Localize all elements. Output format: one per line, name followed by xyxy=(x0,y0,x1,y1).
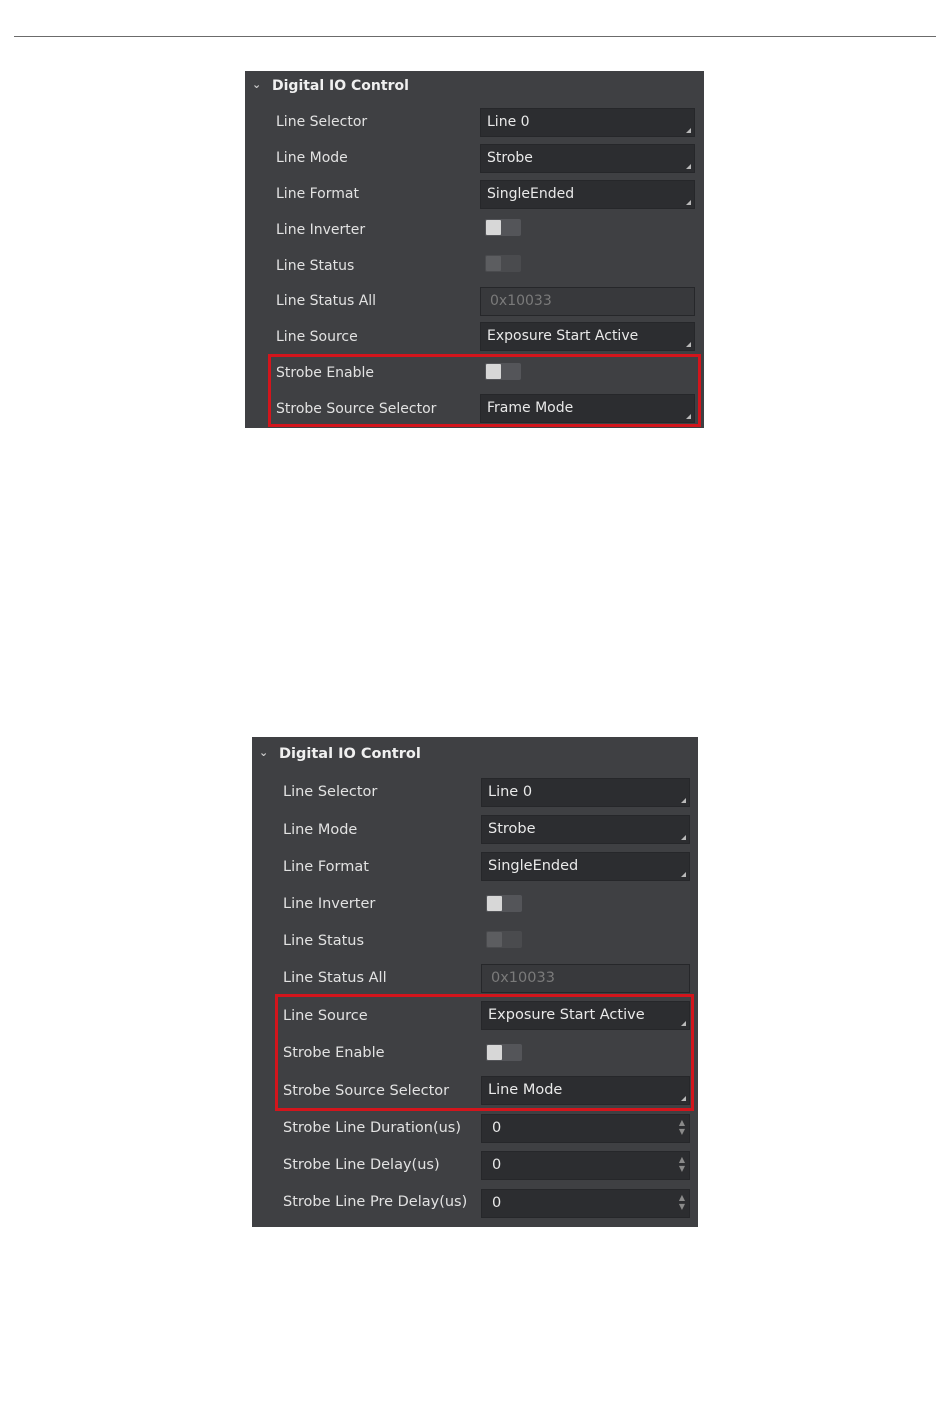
row-label: Line Status All xyxy=(283,970,387,986)
field-value: 0x10033 xyxy=(491,970,555,986)
row-strobe-line-duration: Strobe Line Duration(us) 0 ▲ ▼ xyxy=(252,1114,698,1143)
line-status-toggle xyxy=(485,255,521,272)
row-line-mode: Line Mode Strobe xyxy=(245,144,704,173)
dropdown-value: Exposure Start Active xyxy=(487,328,639,344)
line-selector-dropdown[interactable]: Line 0 xyxy=(481,778,690,807)
dropdown-value: Line 0 xyxy=(487,114,530,130)
digital-io-panel-2: ⌄ Digital IO Control Line Selector Line … xyxy=(252,737,698,1227)
strobe-line-pre-delay-input[interactable]: 0 ▲ ▼ xyxy=(481,1189,690,1218)
row-line-selector: Line Selector Line 0 xyxy=(245,108,704,137)
line-status-all-field: 0x10033 xyxy=(480,287,695,316)
line-inverter-toggle[interactable] xyxy=(486,895,522,912)
chevron-down-icon[interactable]: ⌄ xyxy=(259,746,268,759)
dropdown-value: Strobe xyxy=(487,150,533,166)
highlight-box xyxy=(268,354,701,427)
spinner-arrows-icon[interactable]: ▲ ▼ xyxy=(679,1118,685,1136)
toggle-knob xyxy=(487,932,502,947)
input-value: 0 xyxy=(492,1157,502,1173)
row-line-status: Line Status xyxy=(245,252,704,281)
row-line-inverter: Line Inverter xyxy=(252,891,698,920)
row-label: Strobe Line Pre Delay(us) xyxy=(283,1194,468,1210)
line-mode-dropdown[interactable]: Strobe xyxy=(481,815,690,844)
toggle-knob xyxy=(487,896,502,911)
chevron-down-icon[interactable]: ⌄ xyxy=(252,78,261,91)
row-line-selector: Line Selector Line 0 xyxy=(252,778,698,807)
dropdown-corner-icon xyxy=(686,128,691,133)
dropdown-corner-icon xyxy=(681,798,686,803)
line-format-dropdown[interactable]: SingleEnded xyxy=(481,852,690,881)
strobe-line-duration-input[interactable]: 0 ▲ ▼ xyxy=(481,1114,690,1143)
toggle-knob xyxy=(486,256,501,271)
line-source-dropdown[interactable]: Exposure Start Active xyxy=(480,322,695,351)
line-selector-dropdown[interactable]: Line 0 xyxy=(480,108,695,137)
spinner-arrows-icon[interactable]: ▲ ▼ xyxy=(679,1193,685,1211)
row-line-format: Line Format SingleEnded xyxy=(245,180,704,209)
row-label: Line Status All xyxy=(276,293,377,309)
row-line-status-all: Line Status All 0x10033 xyxy=(252,964,698,993)
highlight-box xyxy=(275,994,694,1111)
row-line-status: Line Status xyxy=(252,928,698,957)
row-label: Line Selector xyxy=(276,114,368,130)
row-label: Strobe Line Delay(us) xyxy=(283,1157,440,1173)
row-strobe-line-pre-delay: Strobe Line Pre Delay(us) 0 ▲ ▼ xyxy=(252,1189,698,1218)
row-label: Line Status xyxy=(276,258,355,274)
panel-header[interactable]: ⌄ Digital IO Control xyxy=(252,746,698,766)
input-value: 0 xyxy=(492,1120,502,1136)
row-label: Line Format xyxy=(283,859,369,875)
row-line-source: Line Source Exposure Start Active xyxy=(245,322,704,351)
row-label: Line Source xyxy=(276,329,358,345)
panel-title: Digital IO Control xyxy=(279,746,421,762)
line-status-all-field: 0x10033 xyxy=(481,964,690,993)
row-label: Line Mode xyxy=(283,822,358,838)
row-label: Strobe Line Duration(us) xyxy=(283,1120,462,1136)
row-line-status-all: Line Status All 0x10033 xyxy=(245,287,704,316)
dropdown-corner-icon xyxy=(681,835,686,840)
row-label: Line Mode xyxy=(276,150,348,166)
line-status-toggle xyxy=(486,931,522,948)
line-format-dropdown[interactable]: SingleEnded xyxy=(480,180,695,209)
digital-io-panel-1: ⌄ Digital IO Control Line Selector Line … xyxy=(245,71,704,428)
row-label: Line Inverter xyxy=(283,896,376,912)
row-line-inverter: Line Inverter xyxy=(245,216,704,245)
row-label: Line Status xyxy=(283,933,365,949)
line-inverter-toggle[interactable] xyxy=(485,219,521,236)
field-value: 0x10033 xyxy=(490,293,552,309)
row-line-format: Line Format SingleEnded xyxy=(252,852,698,881)
page-top-rule xyxy=(14,36,936,37)
line-mode-dropdown[interactable]: Strobe xyxy=(480,144,695,173)
input-value: 0 xyxy=(492,1195,502,1211)
dropdown-corner-icon xyxy=(681,872,686,877)
toggle-knob xyxy=(486,220,501,235)
spinner-arrows-icon[interactable]: ▲ ▼ xyxy=(679,1155,685,1173)
panel-title: Digital IO Control xyxy=(272,78,409,94)
dropdown-corner-icon xyxy=(686,164,691,169)
row-label: Line Format xyxy=(276,186,359,202)
dropdown-value: SingleEnded xyxy=(487,186,575,202)
strobe-line-delay-input[interactable]: 0 ▲ ▼ xyxy=(481,1151,690,1180)
row-label: Line Selector xyxy=(283,784,378,800)
row-strobe-line-delay: Strobe Line Delay(us) 0 ▲ ▼ xyxy=(252,1151,698,1180)
dropdown-value: Line 0 xyxy=(488,784,533,800)
dropdown-corner-icon xyxy=(686,342,691,347)
dropdown-value: SingleEnded xyxy=(488,858,579,874)
dropdown-value: Strobe xyxy=(488,821,536,837)
row-label: Line Inverter xyxy=(276,222,366,238)
row-line-mode: Line Mode Strobe xyxy=(252,815,698,844)
panel-header[interactable]: ⌄ Digital IO Control xyxy=(245,78,704,98)
dropdown-corner-icon xyxy=(686,200,691,205)
